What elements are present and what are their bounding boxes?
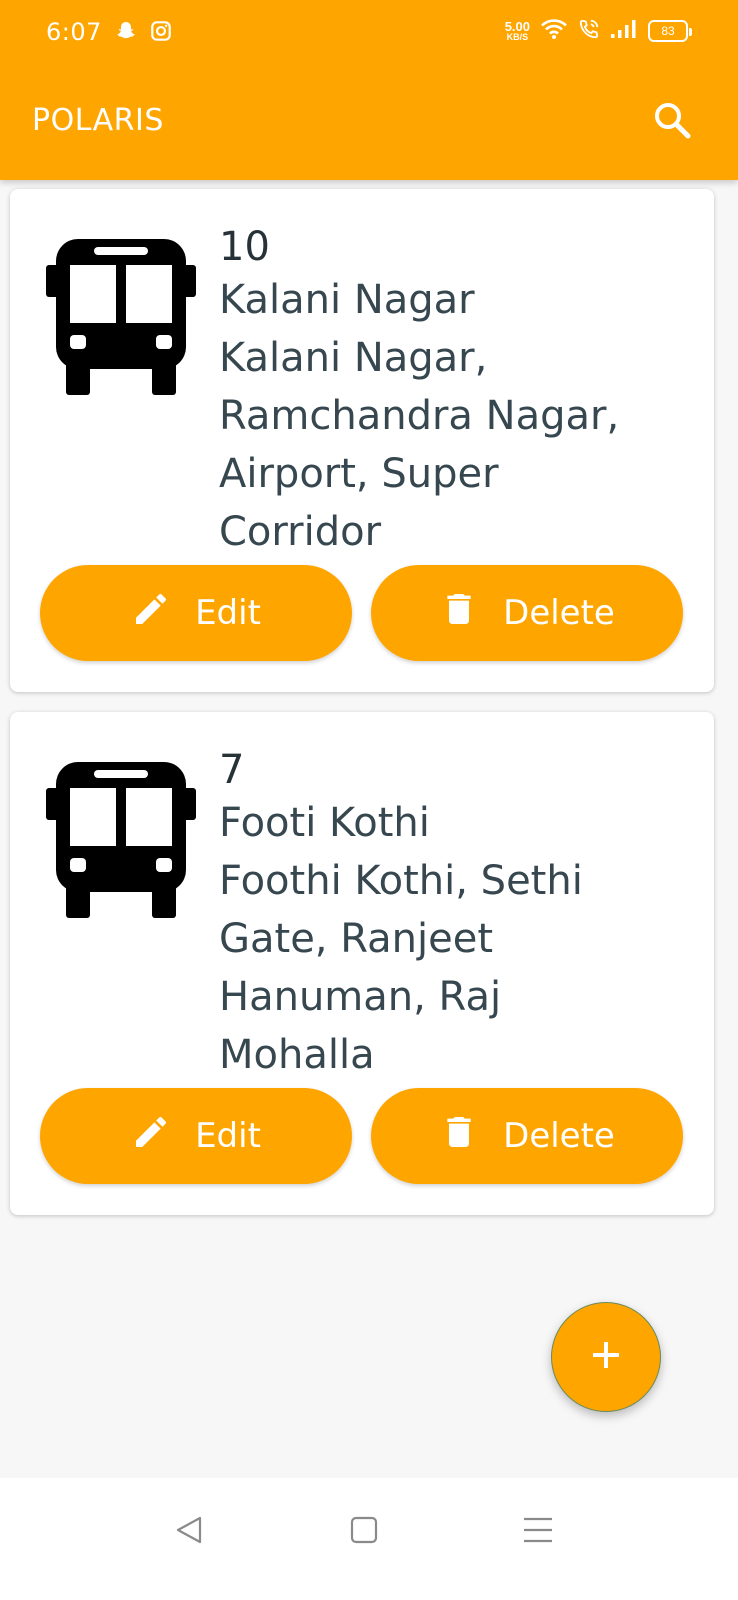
system-nav-bar (0, 1478, 738, 1600)
trash-icon (439, 589, 479, 638)
wifi-icon (540, 18, 568, 44)
route-stops-line: Gate, Ranjeet (219, 916, 494, 962)
back-icon[interactable] (170, 1510, 210, 1550)
net-speed-unit: KB/S (506, 32, 529, 42)
status-time: 6:07 (46, 18, 102, 46)
add-route-button[interactable] (551, 1302, 661, 1412)
edit-button[interactable]: Edit (40, 565, 352, 661)
status-bar: 6:07 5.00 KB/S 83 (0, 0, 738, 66)
signal-icon (610, 19, 638, 43)
route-name: Footi Kothi (219, 800, 430, 846)
delete-label: Delete (503, 1116, 615, 1156)
app-title: POLARIS (32, 103, 164, 138)
trash-icon (439, 1112, 479, 1161)
pencil-icon (131, 1112, 171, 1161)
status-left-icons (114, 20, 172, 48)
snapchat-icon (114, 20, 138, 48)
battery-icon: 83 (648, 20, 692, 42)
bus-icon (46, 233, 196, 399)
net-speed: 5.00 KB/S (505, 20, 530, 42)
delete-button[interactable]: Delete (371, 565, 683, 661)
edit-button[interactable]: Edit (40, 1088, 352, 1184)
delete-button[interactable]: Delete (371, 1088, 683, 1184)
route-stops-line: Hanuman, Raj (219, 974, 502, 1020)
route-name: Kalani Nagar (219, 277, 475, 323)
route-stops-line: Mohalla (219, 1032, 375, 1078)
wifi-call-icon (578, 18, 600, 44)
route-stops-line: Airport, Super (219, 451, 499, 497)
pencil-icon (131, 589, 171, 638)
route-number: 7 (219, 747, 245, 793)
route-stops-line: Ramchandra Nagar, (219, 393, 620, 439)
route-stops-line: Foothi Kothi, Sethi (219, 858, 583, 904)
route-number: 10 (219, 224, 270, 270)
search-icon[interactable] (652, 100, 692, 140)
home-icon[interactable] (344, 1510, 384, 1550)
route-card: 10 Kalani Nagar Kalani Nagar, Ramchandra… (10, 189, 714, 692)
bus-icon (46, 756, 196, 922)
status-right-icons: 5.00 KB/S 83 (505, 18, 692, 44)
plus-icon (589, 1338, 623, 1376)
app-header: 6:07 5.00 KB/S 83 POLARIS (0, 0, 738, 180)
route-card: 7 Footi Kothi Foothi Kothi, Sethi Gate, … (10, 712, 714, 1215)
route-info: 7 Footi Kothi Foothi Kothi, Sethi Gate, … (219, 746, 689, 1084)
edit-label: Edit (195, 593, 261, 633)
route-stops-line: Kalani Nagar, (219, 335, 488, 381)
delete-label: Delete (503, 593, 615, 633)
edit-label: Edit (195, 1116, 261, 1156)
route-stops-line: Corridor (219, 509, 382, 555)
route-info: 10 Kalani Nagar Kalani Nagar, Ramchandra… (219, 223, 689, 561)
instagram-icon (150, 20, 172, 48)
menu-icon[interactable] (518, 1510, 558, 1550)
